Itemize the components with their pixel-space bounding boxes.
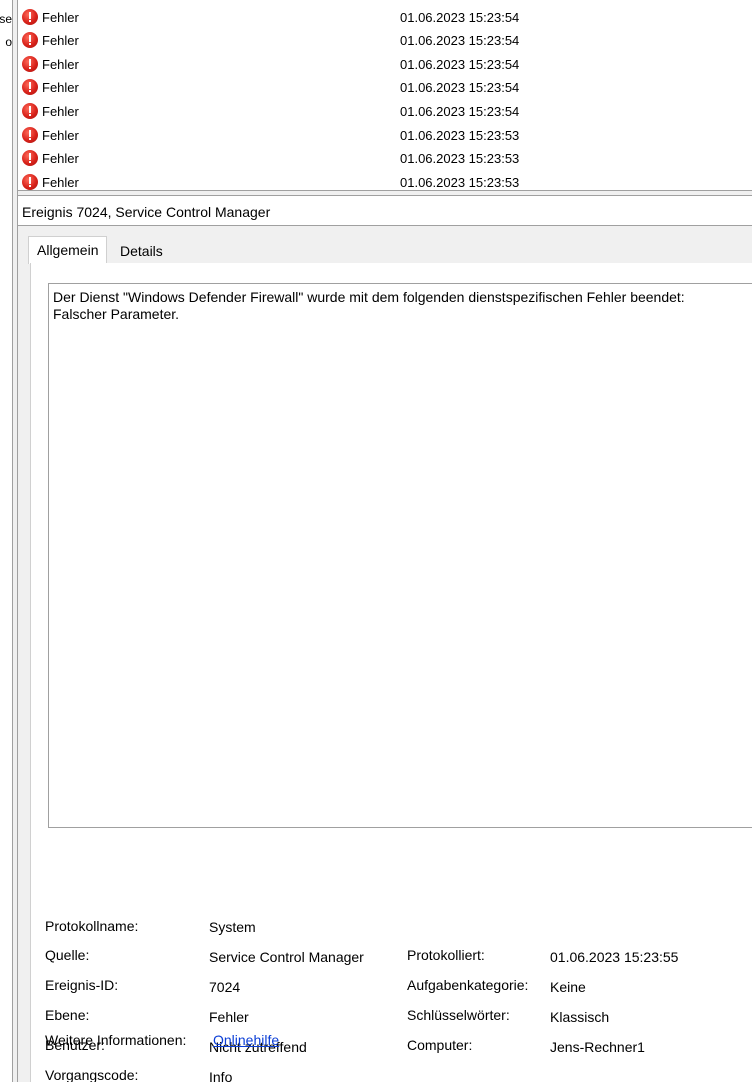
- table-row[interactable]: Fehler 01.06.2023 15:23:54: [18, 100, 752, 123]
- error-icon: [22, 127, 38, 143]
- level-cell: Fehler: [42, 104, 79, 119]
- onlinehilfe-link[interactable]: Onlinehilfe: [213, 1032, 279, 1048]
- protokollname-label: Protokollname:: [45, 918, 139, 934]
- level-cell: Fehler: [42, 57, 79, 72]
- aufgabenkategorie-value: Keine: [550, 979, 586, 995]
- table-row[interactable]: [18, 0, 752, 4]
- protokolliert-label: Protokolliert:: [407, 947, 485, 963]
- date-cell: 01.06.2023 15:23:54: [400, 104, 520, 119]
- date-cell: 01.06.2023 15:23:54: [400, 57, 520, 72]
- error-icon: [22, 174, 38, 190]
- level-cell: Fehler: [42, 151, 79, 166]
- table-row[interactable]: Fehler 01.06.2023 15:23:54: [18, 6, 752, 29]
- date-cell: 01.06.2023 15:23:54: [400, 33, 520, 48]
- computer-label: Computer:: [407, 1037, 473, 1053]
- computer-value: Jens-Rechner1: [550, 1039, 645, 1055]
- date-cell: 01.06.2023 15:23:53: [400, 151, 520, 166]
- ereignis-id-label: Ereignis-ID:: [45, 977, 119, 993]
- event-description: Der Dienst "Windows Defender Firewall" w…: [53, 289, 685, 322]
- tab-details[interactable]: Details: [112, 240, 171, 262]
- tree-text-fragment: se: [0, 12, 12, 26]
- error-icon: [22, 150, 38, 166]
- event-list[interactable]: Fehler 01.06.2023 15:23:54 Fehler 01.06.…: [18, 0, 752, 190]
- table-row[interactable]: Fehler 01.06.2023 15:23:54: [18, 29, 752, 52]
- detail-tabs: Allgemein Details: [28, 236, 752, 264]
- level-cell: Fehler: [42, 175, 79, 190]
- aufgabenkategorie-label: Aufgabenkategorie:: [407, 977, 529, 993]
- protokolliert-value: 01.06.2023 15:23:55: [550, 949, 679, 965]
- level-cell: Fehler: [42, 128, 79, 143]
- error-icon: [22, 56, 38, 72]
- protokollname-value: System: [209, 919, 256, 935]
- error-icon: [22, 9, 38, 25]
- ebene-label: Ebene:: [45, 1007, 90, 1023]
- error-icon: [22, 32, 38, 48]
- description-box[interactable]: Der Dienst "Windows Defender Firewall" w…: [48, 283, 752, 828]
- table-row[interactable]: Fehler 01.06.2023 15:23:54: [18, 76, 752, 99]
- tree-text-fragment: o: [5, 35, 12, 49]
- vorgangscode-label: Vorgangscode:: [45, 1067, 139, 1082]
- error-icon: [22, 79, 38, 95]
- level-cell: Fehler: [42, 10, 79, 25]
- table-row[interactable]: Fehler 01.06.2023 15:23:53: [18, 171, 752, 190]
- event-detail-pane: Ereignis 7024, Service Control Manager A…: [18, 196, 752, 1082]
- detail-title: Ereignis 7024, Service Control Manager: [22, 204, 271, 220]
- detail-header: Ereignis 7024, Service Control Manager: [18, 196, 752, 226]
- date-cell: 01.06.2023 15:23:54: [400, 80, 520, 95]
- error-icon: [22, 103, 38, 119]
- date-cell: 01.06.2023 15:23:53: [400, 175, 520, 190]
- level-cell: Fehler: [42, 33, 79, 48]
- schluesselwoerter-label: Schlüsselwörter:: [407, 1007, 510, 1023]
- table-row[interactable]: Fehler 01.06.2023 15:23:54: [18, 53, 752, 76]
- ereignis-id-value: 7024: [209, 979, 241, 995]
- level-cell: Fehler: [42, 80, 79, 95]
- table-row[interactable]: Fehler 01.06.2023 15:23:53: [18, 124, 752, 147]
- vorgangscode-value: Info: [209, 1069, 233, 1082]
- quelle-label: Quelle:: [45, 947, 90, 963]
- quelle-value: Service Control Manager: [209, 949, 364, 965]
- tab-body-allgemein: Der Dienst "Windows Defender Firewall" w…: [30, 263, 752, 1082]
- tab-allgemein[interactable]: Allgemein: [28, 236, 108, 264]
- date-cell: 01.06.2023 15:23:53: [400, 128, 520, 143]
- schluesselwoerter-value: Klassisch: [550, 1009, 610, 1025]
- weitere-informationen-label: Weitere Informationen:: [45, 1032, 187, 1048]
- navigation-tree-fragment: se o: [0, 0, 12, 1082]
- ebene-value: Fehler: [209, 1009, 249, 1025]
- table-row[interactable]: Fehler 01.06.2023 15:23:53: [18, 147, 752, 170]
- date-cell: 01.06.2023 15:23:54: [400, 10, 520, 25]
